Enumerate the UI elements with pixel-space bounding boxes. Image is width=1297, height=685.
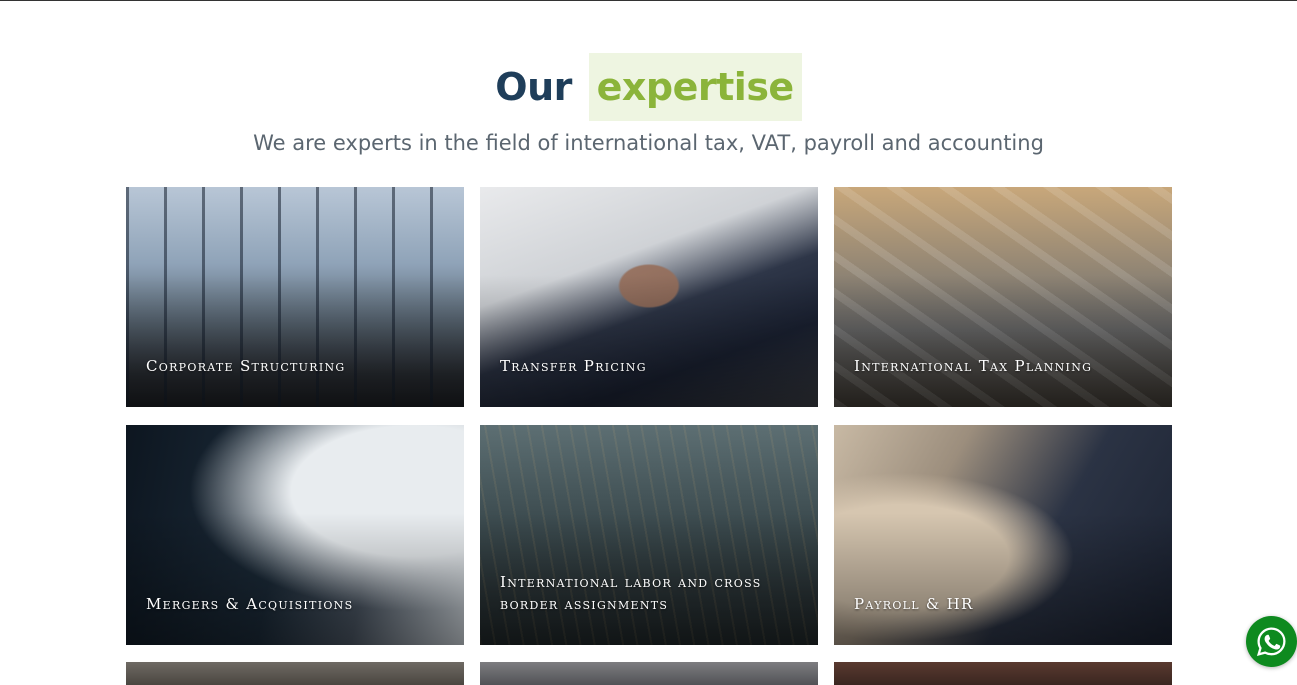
card-international-labor[interactable]: International labor and cross border ass… bbox=[480, 425, 818, 645]
section-title-our: Our bbox=[495, 65, 572, 109]
card-payroll-hr[interactable]: Payroll & HR bbox=[834, 425, 1172, 645]
card-label: International labor and cross border ass… bbox=[500, 573, 762, 613]
section-title: Our expertise bbox=[0, 53, 1297, 121]
card-image bbox=[480, 662, 818, 685]
card-label: Payroll & HR bbox=[854, 595, 974, 613]
card-row3-1[interactable] bbox=[126, 662, 464, 685]
card-label: Corporate Structuring bbox=[146, 357, 346, 375]
card-label: International Tax Planning bbox=[854, 357, 1093, 375]
whatsapp-button[interactable] bbox=[1246, 616, 1297, 667]
card-international-tax-planning[interactable]: International Tax Planning bbox=[834, 187, 1172, 407]
card-image bbox=[126, 662, 464, 685]
section-title-expertise: expertise bbox=[588, 53, 802, 121]
card-row3-2[interactable] bbox=[480, 662, 818, 685]
section-subtitle: We are experts in the field of internati… bbox=[253, 131, 1044, 155]
card-label: Transfer Pricing bbox=[500, 357, 647, 375]
whatsapp-icon bbox=[1256, 627, 1286, 657]
card-transfer-pricing[interactable]: Transfer Pricing bbox=[480, 187, 818, 407]
card-mergers-acquisitions[interactable]: Mergers & Acquisitions bbox=[126, 425, 464, 645]
card-image bbox=[834, 662, 1172, 685]
top-divider bbox=[0, 0, 1297, 1]
card-row3-3[interactable] bbox=[834, 662, 1172, 685]
card-corporate-structuring[interactable]: Corporate Structuring bbox=[126, 187, 464, 407]
card-label: Mergers & Acquisitions bbox=[146, 595, 354, 613]
